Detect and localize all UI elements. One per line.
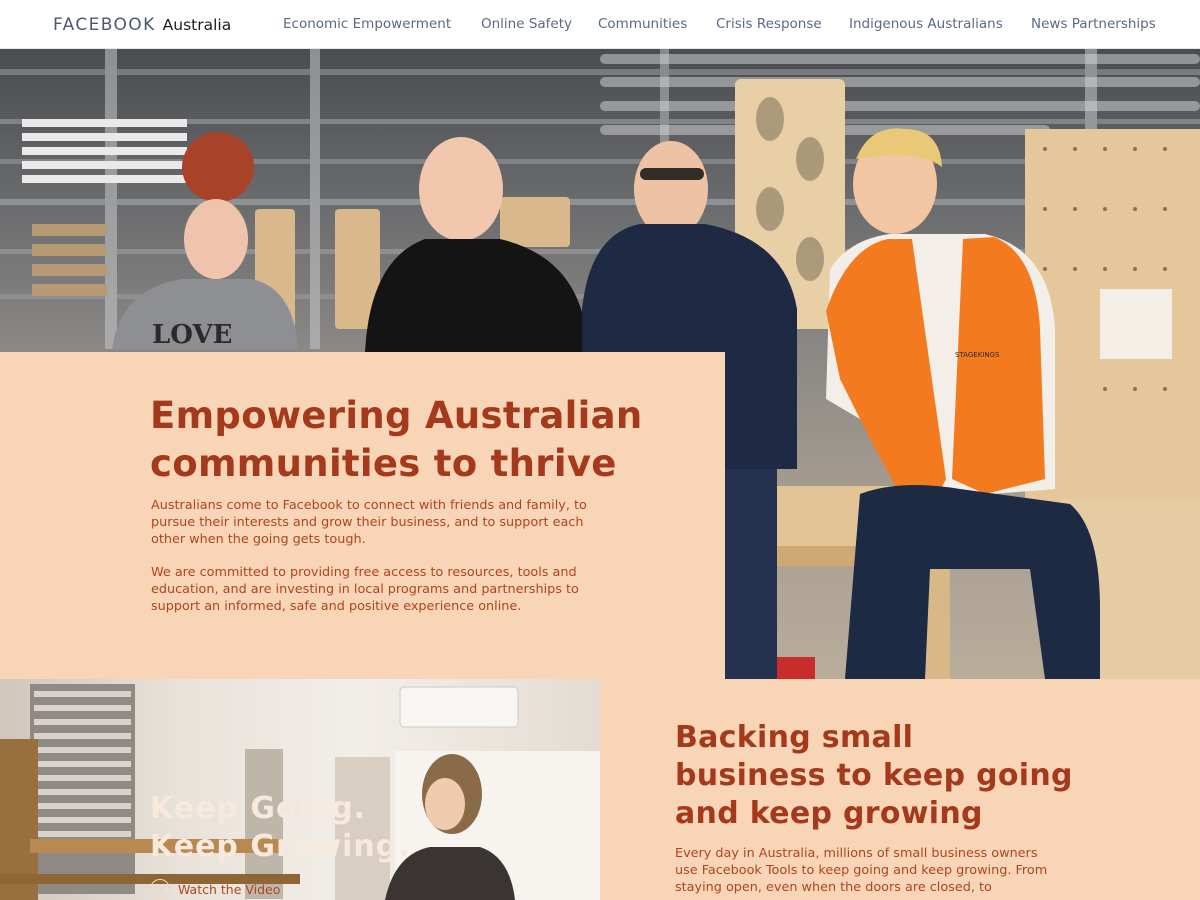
hero-paragraph-1: Australians come to Facebook to connect … [151,498,587,547]
site-header: FACEBOOK Australia Economic Empowerment … [0,0,1200,49]
nav-indigenous-australians[interactable]: Indigenous Australians [849,16,1003,32]
nav-online-safety[interactable]: Online Safety [481,16,572,32]
small-business-paragraph: Every day in Australia, millions of smal… [675,846,1048,895]
small-business-title: Backing small business to keep going and… [675,719,1135,833]
video-title-line-2: Keep Growing. [150,829,411,864]
small-business-title-line-3: and keep growing [675,796,983,831]
shirt-text: LOVE [152,320,232,350]
video-overlay-title: Keep Going. Keep Growing. [150,790,411,866]
watch-video-link[interactable]: Watch the Video [150,879,280,899]
nav-economic-empowerment[interactable]: Economic Empowerment [283,16,451,32]
play-icon [150,879,170,899]
nav-news-partnerships[interactable]: News Partnerships [1031,16,1156,32]
video-title-line-1: Keep Going. [150,791,367,826]
hero-title-line-1: Empowering Australian [150,394,643,437]
brand-region: Australia [162,16,232,34]
small-business-title-line-1: Backing small [675,720,914,755]
hero-title: Empowering Australian communities to thr… [150,392,710,488]
nav-communities[interactable]: Communities [598,16,687,32]
small-business-title-line-2: business to keep going [675,758,1073,793]
brand-logo[interactable]: FACEBOOK Australia [53,15,231,35]
nav-crisis-response[interactable]: Crisis Response [716,16,822,32]
brand-wordmark: FACEBOOK [53,15,156,35]
watch-video-label: Watch the Video [178,881,281,897]
badge-text: STAGEKINGS [955,351,1000,359]
hero-paragraph-2: We are committed to providing free acces… [151,565,579,614]
hero-title-line-2: communities to thrive [150,442,617,485]
